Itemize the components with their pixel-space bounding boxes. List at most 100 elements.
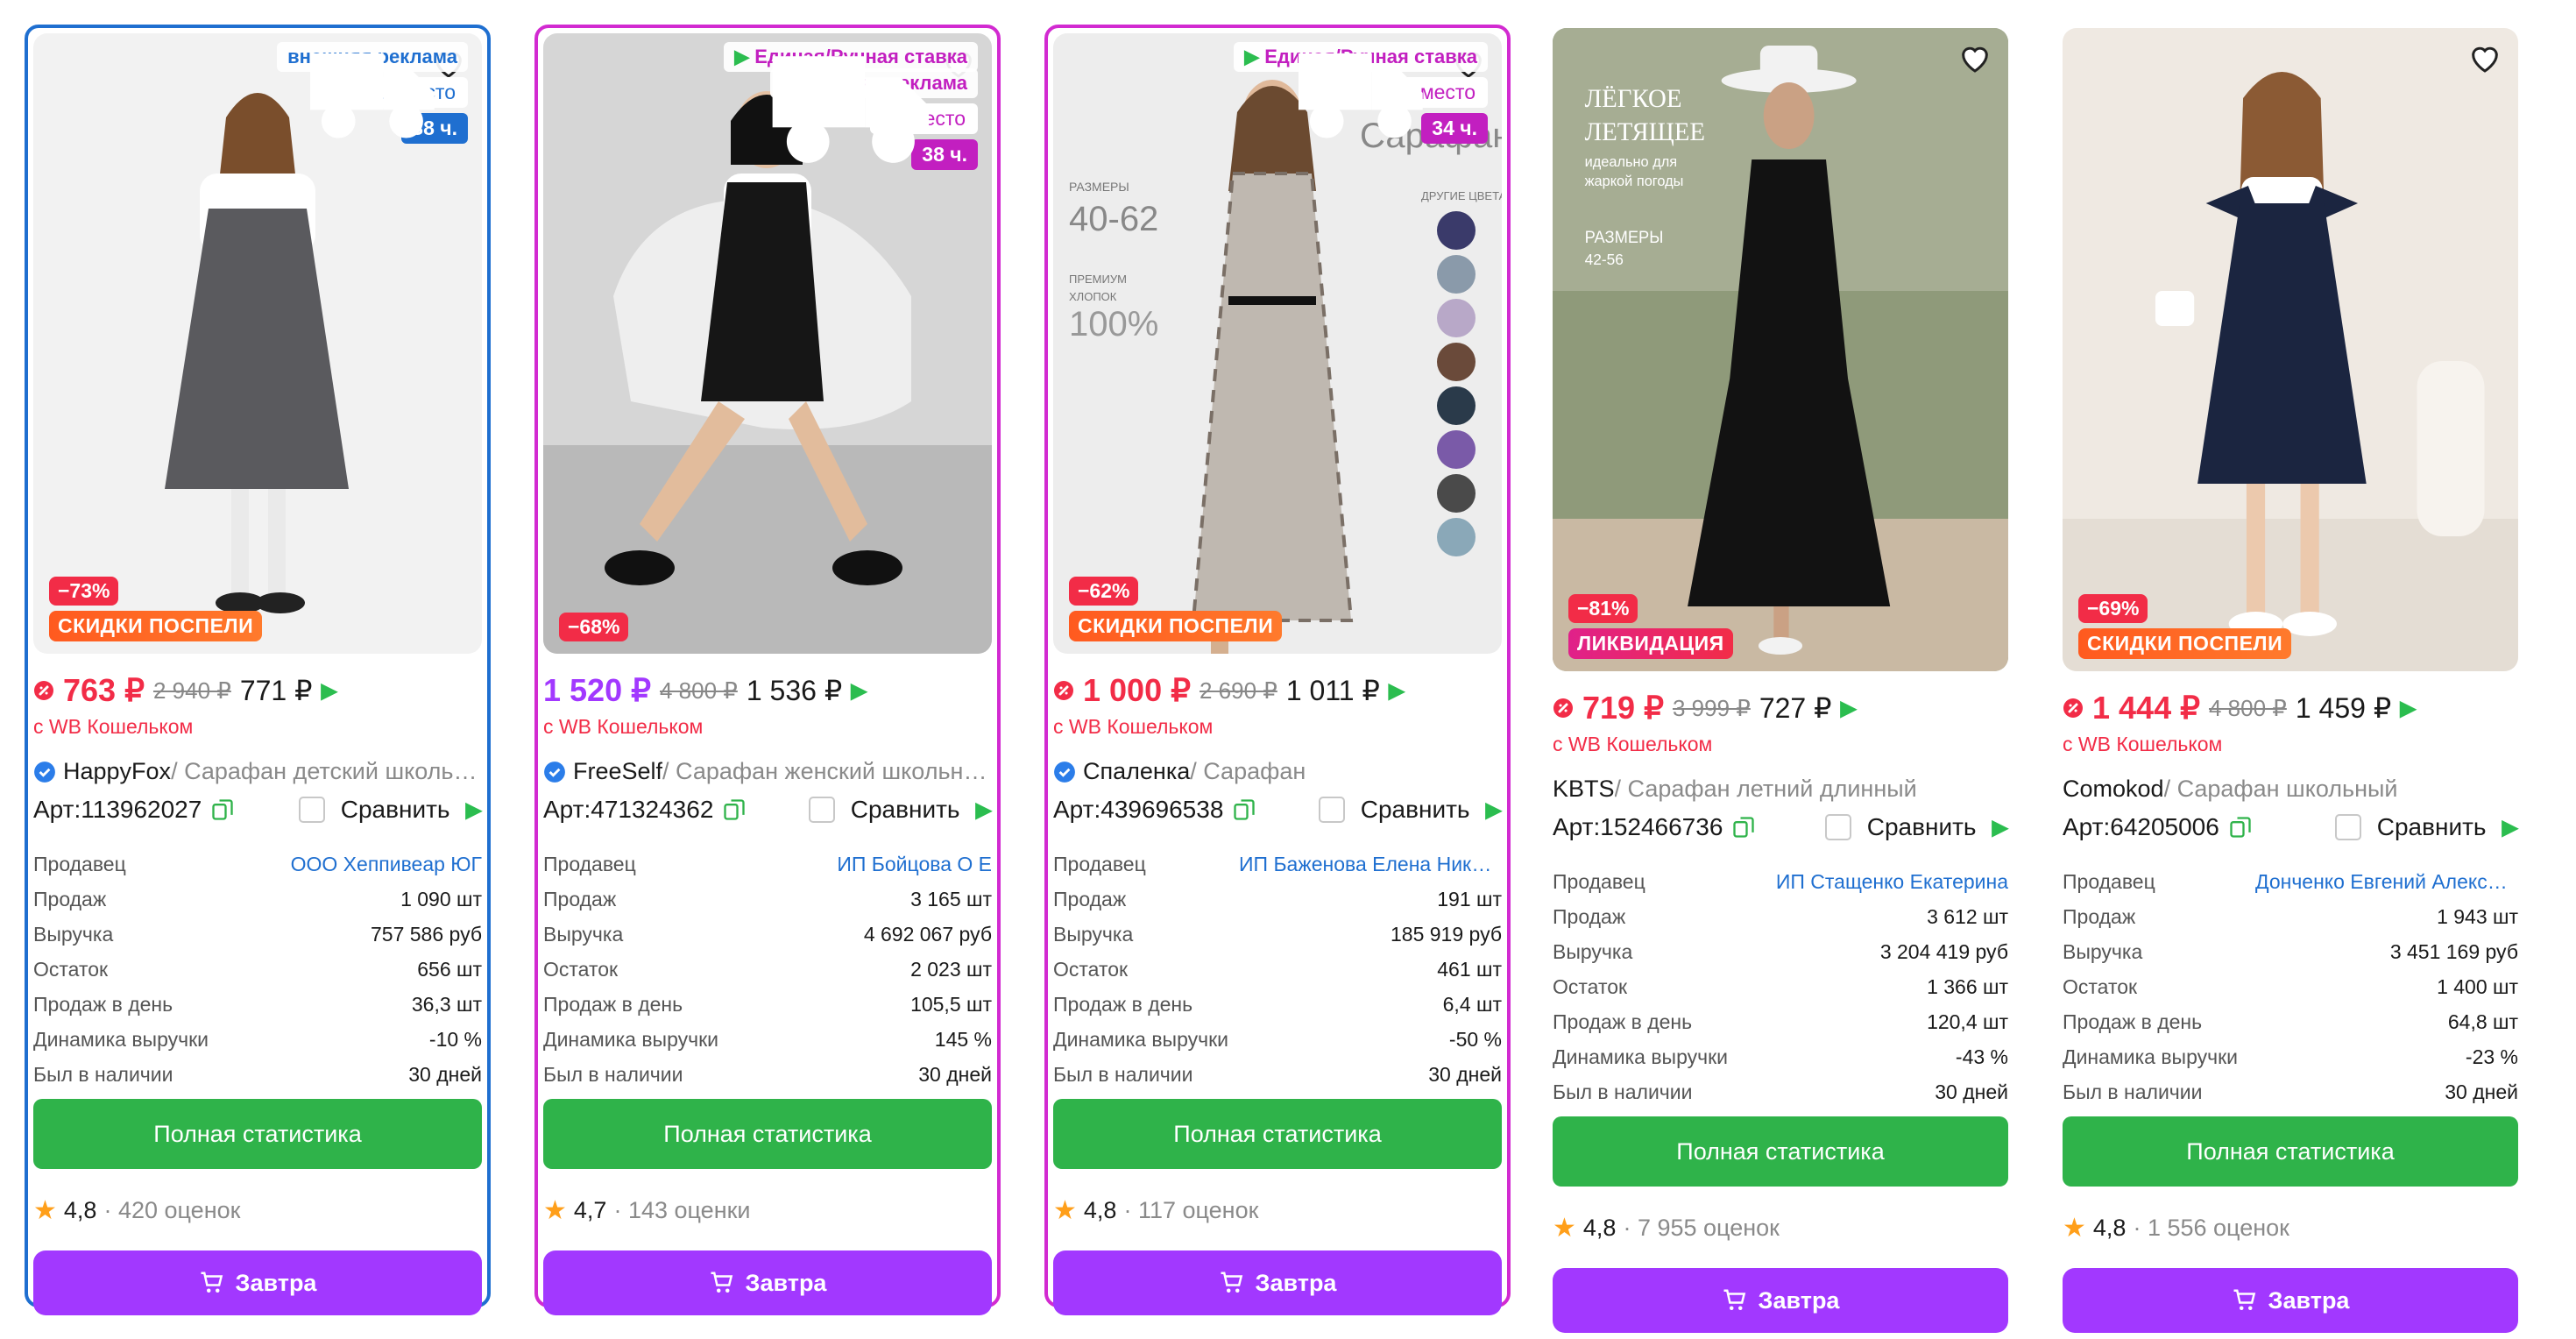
- stat-row: Был в наличии 30 дней: [1553, 1074, 2008, 1109]
- product-title[interactable]: / Сарафан детский школьный: [171, 758, 482, 785]
- cart-icon: [711, 1272, 732, 1293]
- wb-logo-icon: ▶: [851, 678, 867, 703]
- copy-icon[interactable]: [722, 797, 747, 822]
- stat-row: Выручка 3 451 169 руб: [2063, 934, 2518, 969]
- truck-icon: [772, 56, 930, 163]
- compare-checkbox[interactable]: [1318, 797, 1345, 823]
- discount-badge: −73%: [49, 577, 119, 606]
- compare-control[interactable]: Сравнить ▶: [1318, 796, 1502, 824]
- buy-button[interactable]: Завтра: [1553, 1268, 2008, 1333]
- stat-label: Продавец: [1053, 852, 1146, 875]
- brand-title[interactable]: Comokod / Сарафан школьный: [2063, 776, 2518, 803]
- copy-icon[interactable]: [2228, 815, 2253, 840]
- compare-checkbox[interactable]: [2334, 814, 2361, 840]
- product-photo[interactable]: −69% СКИДКИ ПОСПЕЛИ: [2063, 28, 2518, 671]
- product-card[interactable]: −69% СКИДКИ ПОСПЕЛИ 1 444 ₽ 4 800 ₽ 1 45…: [2057, 23, 2523, 1333]
- price-without-wallet: 1 536 ₽: [746, 675, 843, 706]
- heart-icon[interactable]: [2467, 40, 2502, 75]
- stat-label: Продавец: [2063, 869, 2155, 893]
- heart-icon[interactable]: [1957, 40, 1992, 75]
- seller-link[interactable]: ООО Хеппивеар ЮГ: [291, 853, 482, 876]
- seller-link[interactable]: ИП Бойцова О Е: [837, 853, 992, 876]
- full-stats-button[interactable]: Полная статистика: [33, 1099, 482, 1169]
- badges: −81% ЛИКВИДАЦИЯ: [1568, 594, 1733, 659]
- product-photo[interactable]: ЛЁГКОЕ ЛЕТЯЩЕЕ идеально для жаркой погод…: [1553, 28, 2008, 671]
- discount-badge: −81%: [1568, 594, 1638, 623]
- stat-value: 1 090 шт: [400, 887, 482, 910]
- brand-title[interactable]: KBTS / Сарафан летний длинный: [1553, 776, 2008, 803]
- product-title[interactable]: / Сарафан школьный: [2164, 776, 2398, 803]
- review-count[interactable]: · 1 556 оценок: [2133, 1215, 2289, 1242]
- price-row: 719 ₽ 3 999 ₽ 727 ₽ ▶: [1553, 690, 2008, 726]
- stat-row: Продаж 3 165 шт: [543, 882, 992, 917]
- compare-control[interactable]: Сравнить ▶: [1824, 813, 2008, 841]
- seller-link[interactable]: Донченко Евгений Александрович: [2255, 870, 2518, 894]
- full-stats-button[interactable]: Полная статистика: [543, 1099, 992, 1169]
- brand-name[interactable]: FreeSelf: [573, 758, 662, 785]
- brand-title[interactable]: Спаленка / Сарафан: [1053, 758, 1502, 785]
- wb-logo-icon: ▶: [321, 678, 337, 703]
- product-card[interactable]: внешняя реклама 11 место 38 ч. −73% СКИД…: [25, 25, 491, 1315]
- stats-table: Продавец ИП Бойцова О Е Продаж 3 165 шт Вы…: [543, 847, 992, 1092]
- compare-checkbox[interactable]: [298, 797, 325, 823]
- compare-checkbox[interactable]: [1824, 814, 1851, 840]
- brand-name[interactable]: KBTS: [1553, 776, 1615, 803]
- rating-value: 4,8: [63, 1197, 97, 1223]
- compare-control[interactable]: Сравнить ▶: [808, 796, 992, 824]
- product-photo[interactable]: внешняя реклама 11 место 38 ч. −73% СКИД…: [33, 33, 482, 654]
- old-price: 4 800 ₽: [2209, 694, 2287, 721]
- brand-title[interactable]: HappyFox / Сарафан детский школьный: [33, 758, 482, 785]
- buy-button[interactable]: Завтра: [33, 1250, 482, 1315]
- rating-value: 4,8: [1083, 1197, 1117, 1223]
- stat-label: Остаток: [2063, 974, 2138, 998]
- article-number: 152466736: [1600, 813, 1723, 840]
- copy-icon[interactable]: [1731, 815, 1756, 840]
- product-card[interactable]: ЛЁГКОЕ ЛЕТЯЩЕЕ идеально для жаркой погод…: [1547, 23, 2013, 1333]
- review-count[interactable]: · 420 оценок: [103, 1197, 240, 1224]
- article-prefix: Арт:: [1053, 796, 1101, 823]
- product-title[interactable]: / Сарафан летний длинный: [1615, 776, 1917, 803]
- review-count[interactable]: · 117 оценок: [1123, 1197, 1258, 1224]
- product-photo[interactable]: ▶Единая/Ручная ставка + внешняя реклама …: [543, 33, 992, 654]
- promo-badge: СКИДКИ ПОСПЕЛИ: [1069, 611, 1283, 641]
- brand-name[interactable]: HappyFox: [63, 758, 171, 785]
- stat-value: 30 дней: [918, 1062, 992, 1086]
- truck-icon: [1299, 53, 1424, 138]
- wb-logo-icon: ▶: [1388, 678, 1405, 703]
- price-row: 1 000 ₽ 2 690 ₽ 1 011 ₽ ▶: [1053, 672, 1502, 708]
- full-stats-button[interactable]: Полная статистика: [1553, 1116, 2008, 1187]
- review-count[interactable]: · 7 955 оценок: [1623, 1215, 1780, 1242]
- review-count[interactable]: · 143 оценки: [613, 1197, 750, 1224]
- compare-control[interactable]: Сравнить ▶: [2334, 813, 2518, 841]
- full-stats-button[interactable]: Полная статистика: [2063, 1116, 2518, 1187]
- product-card[interactable]: ▶Единая/Ручная ставка + внешняя реклама …: [534, 25, 1001, 1315]
- brand-name[interactable]: Спаленка: [1083, 758, 1190, 785]
- product-photo[interactable]: РАЗМЕРЫ 40-62 ПРЕМИУМ ХЛОПОК 100% Сарафа…: [1053, 33, 1502, 654]
- buy-button-label: Завтра: [1255, 1269, 1337, 1296]
- product-title[interactable]: / Сарафан женский школьный: [662, 758, 992, 785]
- star-icon: ★: [1553, 1214, 1576, 1243]
- copy-icon[interactable]: [1232, 797, 1256, 822]
- badges: −73% СКИДКИ ПОСПЕЛИ: [49, 577, 263, 641]
- brand-title[interactable]: FreeSelf / Сарафан женский школьный: [543, 758, 992, 785]
- wallet-note: с WB Кошельком: [543, 715, 704, 738]
- stats-table: Продавец ИП Стащенко Екатерина Продаж 3 61…: [1553, 864, 2008, 1109]
- compare-label: Сравнить: [1360, 796, 1470, 823]
- product-title[interactable]: / Сарафан: [1190, 758, 1306, 785]
- stat-row: Выручка 3 204 419 руб: [1553, 934, 2008, 969]
- price-without-wallet: 771 ₽: [239, 675, 313, 706]
- full-stats-button[interactable]: Полная статистика: [1053, 1099, 1502, 1169]
- seller-link[interactable]: ИП Стащенко Екатерина: [1776, 870, 2008, 894]
- compare-checkbox[interactable]: [808, 797, 835, 823]
- brand-name[interactable]: Comokod: [2063, 776, 2164, 803]
- copy-icon[interactable]: [210, 797, 235, 822]
- buy-button[interactable]: Завтра: [2063, 1268, 2518, 1333]
- old-price: 2 690 ₽: [1200, 677, 1277, 704]
- buy-button[interactable]: Завтра: [543, 1250, 992, 1315]
- seller-link[interactable]: ИП Баженова Елена Николаевна: [1239, 853, 1502, 876]
- buy-button[interactable]: Завтра: [1053, 1250, 1502, 1315]
- stat-value: -10 %: [428, 1027, 482, 1051]
- badges: −69% СКИДКИ ПОСПЕЛИ: [2078, 594, 2292, 659]
- product-card[interactable]: РАЗМЕРЫ 40-62 ПРЕМИУМ ХЛОПОК 100% Сарафа…: [1044, 25, 1511, 1315]
- compare-control[interactable]: Сравнить ▶: [298, 796, 482, 824]
